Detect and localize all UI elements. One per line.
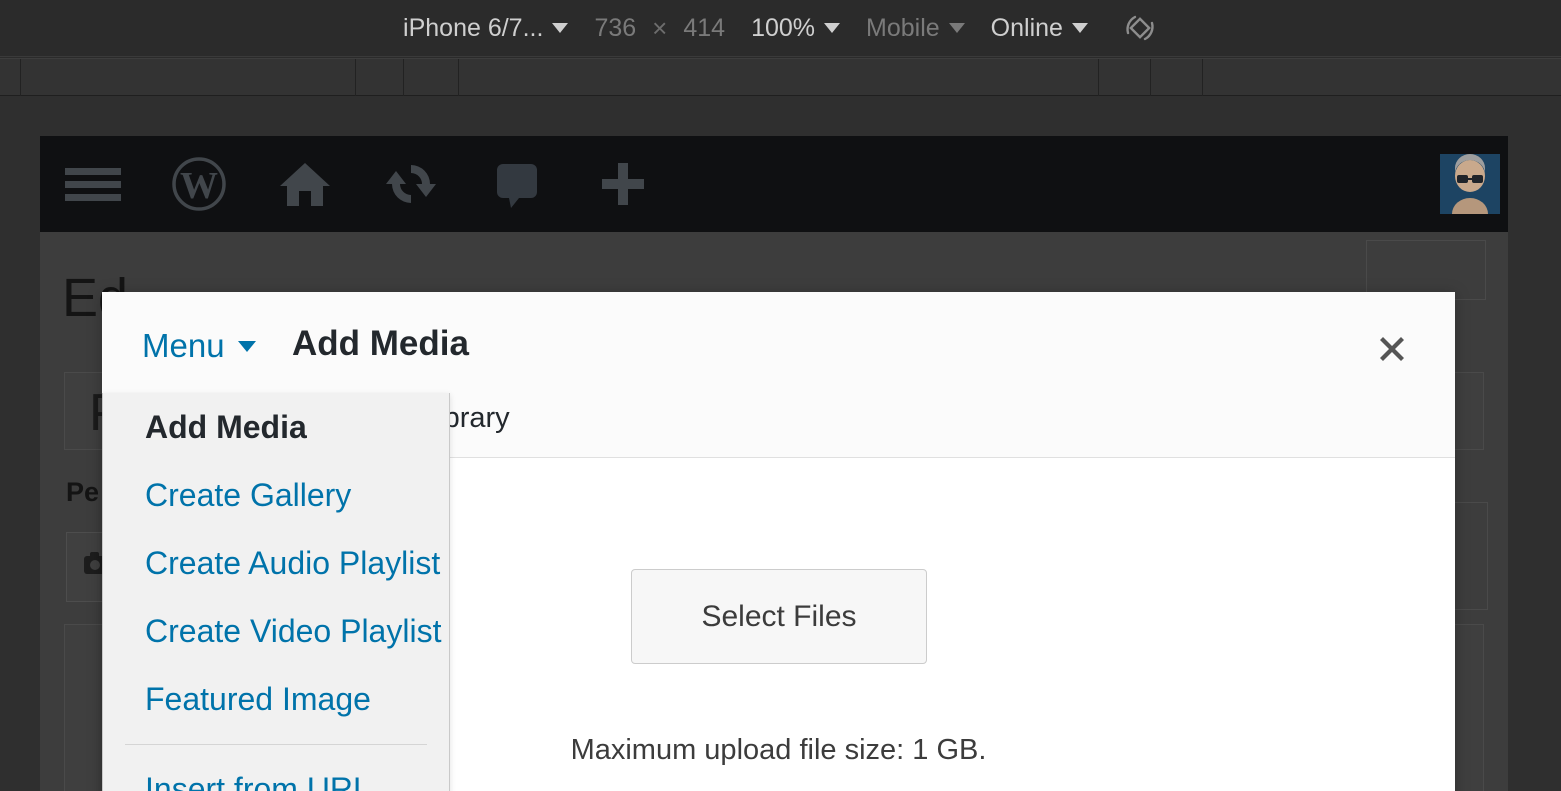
select-files-button[interactable]: Select Files <box>631 569 927 664</box>
rotate-device-icon[interactable] <box>1122 10 1158 46</box>
devtools-secondary-strip <box>0 58 1561 97</box>
wordpress-logo-icon[interactable]: W <box>146 136 252 232</box>
viewport-height-input[interactable]: 414 <box>683 13 726 42</box>
menu-item-create-audio-playlist[interactable]: Create Audio Playlist <box>103 529 449 597</box>
sidebar-box-behind-top <box>1366 240 1486 300</box>
menu-item-create-gallery[interactable]: Create Gallery <box>103 461 449 529</box>
strip-cell <box>1202 59 1561 97</box>
dimension-separator: × <box>652 12 668 43</box>
emulated-viewport: W Ed Pe Menu Add Media Library Select Fi… <box>0 96 1561 791</box>
zoom-selector[interactable]: 100% <box>751 13 841 42</box>
menu-separator <box>125 744 427 745</box>
zoom-value: 100% <box>751 13 816 42</box>
home-icon[interactable] <box>252 136 358 232</box>
device-selector-label: iPhone 6/7... <box>403 13 544 42</box>
menu-item-create-video-playlist[interactable]: Create Video Playlist <box>103 597 449 665</box>
device-emulation-toolbar: iPhone 6/7... 736 × 414 100% Mobile Onli… <box>0 0 1561 57</box>
update-icon[interactable] <box>358 136 464 232</box>
viewport-width-value: 736 <box>594 13 637 42</box>
avatar[interactable] <box>1440 154 1500 214</box>
close-icon <box>1380 337 1404 361</box>
modal-title: Add Media <box>292 324 469 363</box>
media-menu-dropdown: Add Media Create Gallery Create Audio Pl… <box>102 393 450 791</box>
viewport-height-value: 414 <box>683 13 726 42</box>
wp-admin-bar: W <box>40 136 1508 232</box>
menu-toggle-button[interactable]: Menu <box>142 327 256 365</box>
chevron-down-icon <box>1071 23 1088 33</box>
menu-item-insert-from-url[interactable]: Insert from URL <box>103 755 449 791</box>
svg-text:W: W <box>180 165 218 207</box>
close-button[interactable] <box>1371 328 1413 370</box>
strip-cell <box>1098 59 1150 97</box>
device-selector[interactable]: iPhone 6/7... <box>403 13 569 42</box>
strip-cell <box>403 59 458 97</box>
chevron-down-icon <box>948 23 965 33</box>
menu-item-featured-image[interactable]: Featured Image <box>103 665 449 733</box>
viewport-width-input[interactable]: 736 <box>594 13 637 42</box>
chevron-down-icon <box>237 340 256 352</box>
network-throttle-label: Mobile <box>866 13 940 42</box>
menu-toggle-label: Menu <box>142 327 225 364</box>
strip-cell <box>20 59 355 97</box>
sidebar-text-behind: t <box>1465 787 1478 791</box>
menu-item-add-media[interactable]: Add Media <box>103 393 449 461</box>
online-state-selector[interactable]: Online <box>990 13 1088 42</box>
screen-root: iPhone 6/7... 736 × 414 100% Mobile Onli… <box>0 0 1561 791</box>
chevron-down-icon <box>824 23 841 33</box>
strip-cell <box>458 59 1098 97</box>
menu-icon[interactable] <box>40 136 146 232</box>
network-throttle-selector[interactable]: Mobile <box>866 13 965 42</box>
chevron-down-icon <box>552 23 569 33</box>
online-state-label: Online <box>990 13 1063 42</box>
comment-icon[interactable] <box>464 136 570 232</box>
strip-cell <box>1150 59 1202 97</box>
plus-icon[interactable] <box>570 136 676 232</box>
permalink-label: Pe <box>66 477 100 507</box>
strip-cell <box>355 59 403 97</box>
